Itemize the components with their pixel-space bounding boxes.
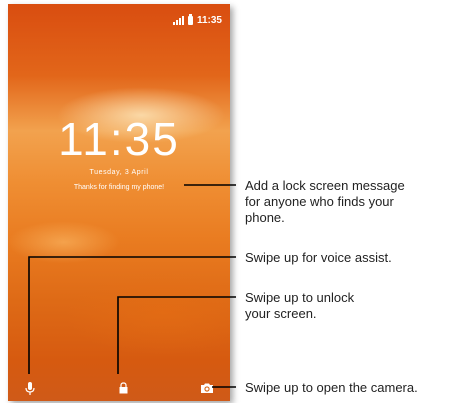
callout-camera: Swipe up to open the camera.: [245, 380, 418, 395]
callout-unlock-line-2: your screen.: [245, 306, 317, 321]
callout-voice: Swipe up for voice assist.: [245, 250, 392, 265]
callout-message-line-3: phone.: [245, 210, 285, 225]
callout-message-line-2: for anyone who finds your: [245, 194, 394, 209]
callout-unlock-line-1: Swipe up to unlock: [245, 290, 355, 305]
callout-message-line-1: Add a lock screen message: [245, 178, 405, 193]
callout-line-unlock: [117, 296, 236, 374]
callout-line-voice: [28, 256, 236, 374]
callout-unlock: Swipe up to unlock your screen.: [245, 290, 354, 322]
callout-message: Add a lock screen message for anyone who…: [245, 178, 405, 226]
